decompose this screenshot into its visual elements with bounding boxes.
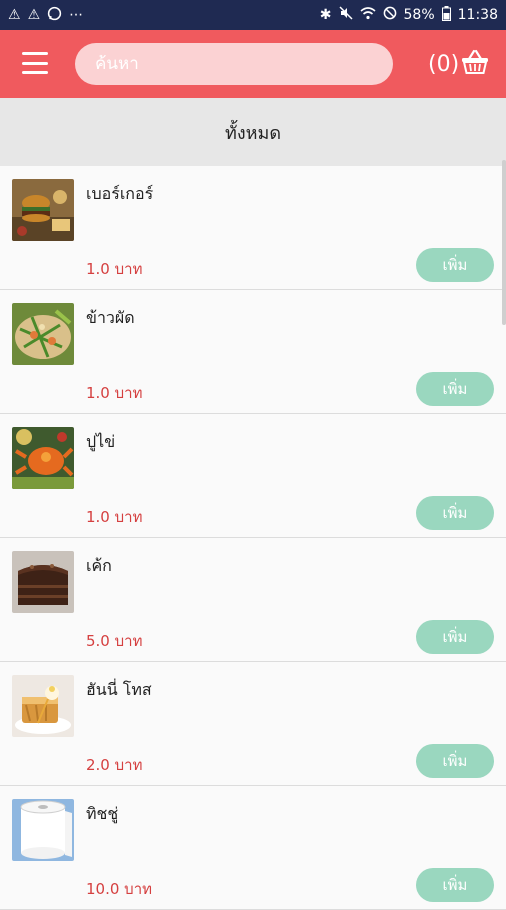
add-button[interactable]: เพิ่ม xyxy=(416,248,494,282)
product-item: เค้ก 5.0 บาท เพิ่ม xyxy=(0,538,506,662)
product-price: 5.0 บาท xyxy=(86,632,143,650)
add-button[interactable]: เพิ่ม xyxy=(416,744,494,778)
product-price: 1.0 บาท xyxy=(86,260,143,278)
bluetooth-icon: ✱ xyxy=(319,7,332,23)
category-header[interactable]: ทั้งหมด xyxy=(0,98,506,166)
no-sim-icon xyxy=(383,6,397,24)
product-price: 10.0 บาท xyxy=(86,880,152,898)
add-button[interactable]: เพิ่ม xyxy=(416,496,494,530)
crab-image xyxy=(12,427,74,489)
warning-icon: ⚠ xyxy=(8,7,21,23)
tissue-image xyxy=(12,799,74,861)
product-name: เบอร์เกอร์ xyxy=(86,184,154,203)
wifi-icon xyxy=(359,6,376,24)
product-price: 1.0 บาท xyxy=(86,384,143,402)
more-icon: ⋯ xyxy=(69,7,84,23)
cart-button[interactable]: (0) xyxy=(428,49,489,79)
product-name: ทิชชู่ xyxy=(86,804,119,823)
product-price: 2.0 บาท xyxy=(86,756,143,774)
cake-image xyxy=(12,551,74,613)
product-price: 1.0 บาท xyxy=(86,508,143,526)
add-button[interactable]: เพิ่ม xyxy=(416,868,494,902)
menu-icon-bar xyxy=(22,52,48,55)
product-name: ฮันนี่ โทส xyxy=(86,680,152,699)
product-item: ฮันนี่ โทส 2.0 บาท เพิ่ม xyxy=(0,662,506,786)
product-name: ปูไข่ xyxy=(86,432,116,451)
cart-count: (0) xyxy=(428,51,460,77)
add-button[interactable]: เพิ่ม xyxy=(416,620,494,654)
product-item: เบอร์เกอร์ 1.0 บาท เพิ่ม xyxy=(0,166,506,290)
status-bar: ⚠ ⚠ ⋯ ✱ 58% 11:38 xyxy=(0,0,506,30)
scrollbar[interactable] xyxy=(502,160,506,325)
whatsapp-icon xyxy=(47,6,62,25)
warning-icon: ⚠ xyxy=(27,7,41,23)
product-item: ข้าวผัด 1.0 บาท เพิ่ม xyxy=(0,290,506,414)
battery-percent: 58% xyxy=(403,7,435,23)
product-item: ปูไข่ 1.0 บาท เพิ่ม xyxy=(0,414,506,538)
basket-icon xyxy=(461,49,489,79)
clock: 11:38 xyxy=(457,7,498,23)
system-icons: ✱ 58% 11:38 xyxy=(319,5,498,25)
add-button[interactable]: เพิ่ม xyxy=(416,372,494,406)
menu-button[interactable] xyxy=(22,52,48,74)
battery-icon xyxy=(441,5,451,25)
mute-icon xyxy=(338,6,353,24)
fried-rice-image xyxy=(12,303,74,365)
search-input[interactable] xyxy=(93,53,375,75)
menu-icon-bar xyxy=(22,61,48,65)
category-label: ทั้งหมด xyxy=(224,122,282,144)
search-bar[interactable] xyxy=(75,43,393,85)
product-list: เบอร์เกอร์ 1.0 บาท เพิ่ม ข้าวผัด 1.0 บาท… xyxy=(0,166,506,910)
product-name: เค้ก xyxy=(86,556,112,575)
menu-icon-bar xyxy=(22,71,48,74)
burger-image xyxy=(12,179,74,241)
notification-icons: ⚠ ⚠ ⋯ xyxy=(8,6,83,25)
honey-toast-image xyxy=(12,675,74,737)
product-item: ทิชชู่ 10.0 บาท เพิ่ม xyxy=(0,786,506,910)
app-bar: (0) xyxy=(0,30,506,98)
product-name: ข้าวผัด xyxy=(86,308,135,327)
